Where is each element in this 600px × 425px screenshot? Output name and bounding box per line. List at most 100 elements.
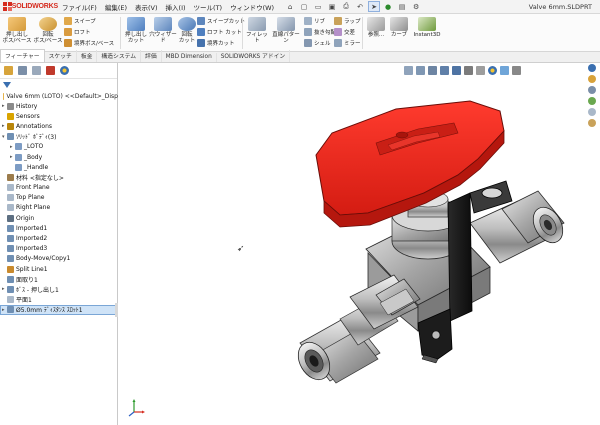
intersect-icon xyxy=(334,28,342,36)
mirror-button[interactable]: ミラー xyxy=(334,39,361,47)
extruded-cut-button[interactable]: 押し出し カット xyxy=(123,17,149,44)
feature-icon xyxy=(7,214,14,222)
save-icon[interactable]: ▣ xyxy=(326,1,338,12)
fillet-button[interactable]: フィレット xyxy=(245,17,269,44)
hole-wizard-icon xyxy=(154,17,172,31)
select-arrow-icon[interactable]: ➤ xyxy=(368,1,381,12)
tree-node[interactable]: ▸ ﾎﾞｽ - 押し出し1 xyxy=(0,284,118,294)
valve-model[interactable] xyxy=(118,63,600,425)
menu-edit[interactable]: 編集(E) xyxy=(101,2,131,12)
tree-root[interactable]: Valve 6mm (LOTO) <<Default>_Disp xyxy=(0,91,118,101)
menu-view[interactable]: 表示(V) xyxy=(131,2,162,12)
tab-structure-system[interactable]: 構造システム xyxy=(97,50,142,62)
tree-node[interactable]: Imported3 xyxy=(0,244,118,254)
file-properties-icon[interactable]: ▤ xyxy=(396,1,408,12)
property-manager-tab-icon[interactable] xyxy=(18,66,27,75)
tree-node-label: Imported2 xyxy=(16,235,48,243)
home-icon[interactable]: ⌂ xyxy=(284,1,296,12)
tree-node[interactable]: Body-Move/Copy1 xyxy=(0,254,118,264)
wrap-button[interactable]: ラップ xyxy=(334,17,361,25)
tree-node[interactable]: Imported2 xyxy=(0,233,118,243)
feature-icon xyxy=(15,163,22,171)
tree-node[interactable]: ▸ _LOTO xyxy=(0,142,118,152)
undo-icon[interactable]: ↶ xyxy=(354,1,366,12)
lofted-cut-button[interactable]: ロフト カット xyxy=(197,28,242,36)
loft-button[interactable]: ロフト xyxy=(64,28,91,36)
tree-node[interactable]: 面取り1 xyxy=(0,274,118,284)
tree-node[interactable]: ▸ _Body xyxy=(0,152,118,162)
menu-window[interactable]: ウィンドウ(W) xyxy=(226,2,278,12)
new-document-icon[interactable]: ▢ xyxy=(298,1,310,12)
sweep-button[interactable]: スイープ xyxy=(64,17,96,25)
graphics-area[interactable]: ➹ xyxy=(118,63,600,425)
tree-node[interactable]: Top Plane xyxy=(0,193,118,203)
feature-icon xyxy=(7,296,14,304)
tree-node[interactable]: Sensors xyxy=(0,111,118,121)
dimxpert-tab-icon[interactable] xyxy=(46,66,55,75)
rebuild-icon[interactable]: ● xyxy=(382,1,394,12)
revolved-cut-button[interactable]: 回転 カット xyxy=(177,17,197,44)
filter-icon[interactable] xyxy=(3,82,11,88)
rib-button[interactable]: リブ xyxy=(304,17,325,25)
tab-features[interactable]: フィーチャー xyxy=(0,49,45,62)
menu-file[interactable]: ファイル(F) xyxy=(58,2,101,12)
extruded-cut-icon xyxy=(127,17,145,31)
tree-node[interactable]: _Handle xyxy=(0,162,118,172)
tab-solidworks-addins[interactable]: SOLIDWORKS アドイン xyxy=(217,50,291,62)
feature-manager-panel: Valve 6mm (LOTO) <<Default>_Disp ▸ Histor… xyxy=(0,63,119,425)
app-logo[interactable]: SOLIDWORKS xyxy=(0,0,58,14)
feature-icon xyxy=(7,235,14,243)
display-manager-tab-icon[interactable] xyxy=(60,66,69,75)
revolve-boss-button[interactable]: 回転 ボス/ベース xyxy=(33,17,63,44)
wrap-icon xyxy=(334,17,342,25)
boundary-boss-button[interactable]: 境界ボス/ベース xyxy=(64,39,114,47)
draft-button[interactable]: 抜き勾配 xyxy=(304,28,336,36)
tree-node[interactable]: Split Line1 xyxy=(0,264,118,274)
feature-icon xyxy=(7,112,14,120)
boundary-cut-button[interactable]: 境界カット xyxy=(197,39,235,47)
boundary-boss-icon xyxy=(64,39,72,47)
tab-sketch[interactable]: スケッチ xyxy=(45,50,77,62)
tree-node[interactable]: ▸ History xyxy=(0,101,118,111)
menu-tools[interactable]: ツール(T) xyxy=(190,2,227,12)
tree-node[interactable]: 平面1 xyxy=(0,295,118,305)
feature-icon xyxy=(7,224,14,232)
feature-icon xyxy=(7,102,14,110)
tab-sheet-metal[interactable]: 板金 xyxy=(77,50,98,62)
feature-tree-tab-icon[interactable] xyxy=(4,66,13,75)
instant3d-button[interactable]: Instant3D xyxy=(412,17,442,38)
instant3d-icon xyxy=(418,17,436,31)
tree-node[interactable]: Origin xyxy=(0,213,118,223)
tree-node[interactable]: ▸ Annotations xyxy=(0,121,118,131)
open-folder-icon[interactable]: ▭ xyxy=(312,1,324,12)
ribbon-separator xyxy=(362,17,363,49)
tab-mbd-dimension[interactable]: MBD Dimension xyxy=(162,53,217,62)
tree-node-label: Sensors xyxy=(16,112,40,120)
solidworks-logo-icon xyxy=(3,2,12,11)
hole-wizard-button[interactable]: 穴ウィザード xyxy=(149,17,177,44)
tree-node[interactable]: ▸ Ø5.0mm ﾃﾞｨｽﾀﾝｽ ｽﾛｯﾄ1 xyxy=(0,304,118,315)
tab-evaluate[interactable]: 評価 xyxy=(141,50,162,62)
tree-node[interactable]: 材料 <指定なし> xyxy=(0,172,118,182)
curves-button[interactable]: カーブ xyxy=(388,17,410,38)
tree-node[interactable]: ▾ ｿﾘｯﾄﾞ ﾎﾞﾃﾞｨ(3) xyxy=(0,132,118,142)
options-gear-icon[interactable]: ⚙ xyxy=(410,1,422,12)
feature-icon xyxy=(7,245,14,253)
print-icon[interactable]: ⎙ xyxy=(340,1,352,12)
swept-cut-button[interactable]: スイープカット xyxy=(197,17,245,25)
intersect-button[interactable]: 交差 xyxy=(334,28,355,36)
configuration-manager-tab-icon[interactable] xyxy=(32,66,41,75)
extrude-boss-button[interactable]: 押し出し ボス/ベース xyxy=(2,17,32,44)
sweep-label: スイープ xyxy=(74,19,96,25)
tree-node[interactable]: Imported1 xyxy=(0,223,118,233)
linear-pattern-button[interactable]: 直線パターン xyxy=(270,17,302,44)
tree-node[interactable]: Right Plane xyxy=(0,203,118,213)
tree-node-label: Imported1 xyxy=(16,224,48,232)
feature-icon xyxy=(15,153,22,161)
tree-node-label: Origin xyxy=(16,214,35,222)
menu-insert[interactable]: 挿入(I) xyxy=(162,2,190,12)
reference-geometry-button[interactable]: 参照... xyxy=(365,17,387,38)
shell-button[interactable]: シェル xyxy=(304,39,331,47)
boundary-cut-label: 境界カット xyxy=(207,41,235,47)
tree-node[interactable]: Front Plane xyxy=(0,183,118,193)
